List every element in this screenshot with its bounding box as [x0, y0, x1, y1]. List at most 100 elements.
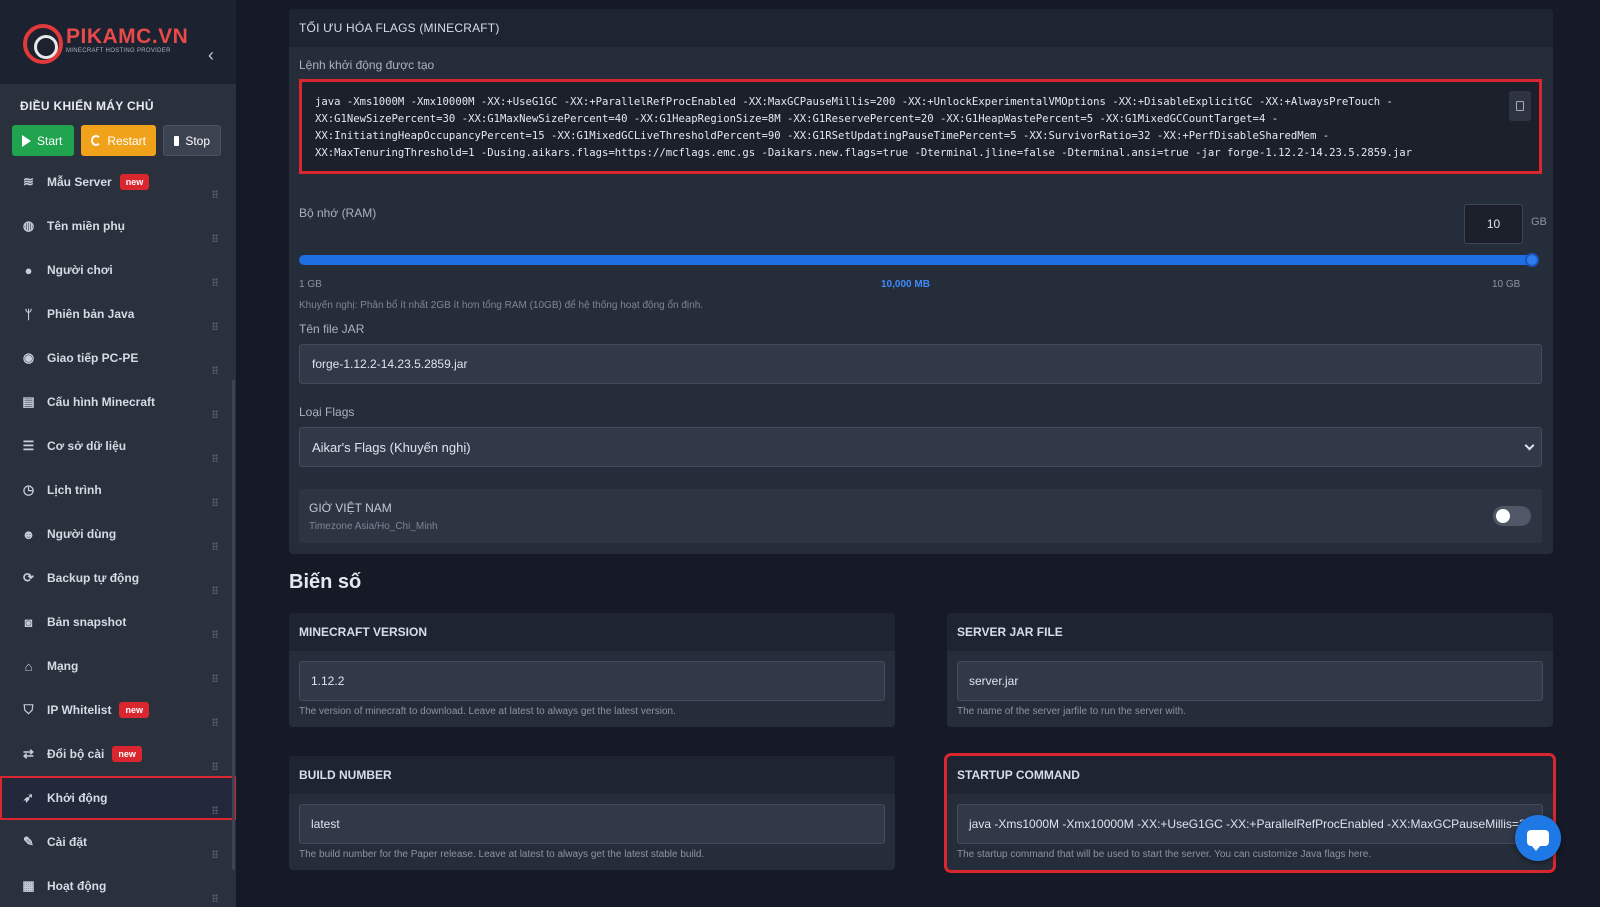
sidebar-item-nguoi-choi[interactable]: ● Người chơi: [0, 248, 236, 292]
variables-title: Biến số: [289, 571, 362, 593]
minecraft-version-input[interactable]: 1.12.2: [299, 661, 885, 701]
brand-tagline: MINECRAFT HOSTING PROVIDER: [66, 48, 171, 54]
variable-card-title: BUILD NUMBER: [289, 756, 895, 794]
ram-min-label: 1 GB: [299, 279, 322, 290]
drag-handle-icon[interactable]: [212, 718, 218, 726]
database-icon: ☰: [22, 438, 35, 453]
jar-input[interactable]: forge-1.12.2-14.23.5.2859.jar: [299, 344, 1542, 384]
sidebar-item-ten-mien-phu[interactable]: ◍ Tên miền phụ: [0, 204, 236, 248]
layers-icon: ≋: [23, 174, 34, 189]
timezone-toggle[interactable]: [1493, 506, 1531, 526]
drag-handle-icon[interactable]: [212, 278, 218, 286]
sidebar-item-mang[interactable]: ⌂ Mạng: [0, 644, 236, 688]
sidebar-item-co-so-du-lieu[interactable]: ☰ Cơ sở dữ liệu: [0, 424, 236, 468]
sidebar-item-mau-server[interactable]: ≋ Mẫu Server new: [0, 160, 236, 204]
sidebar-item-label: Mạng: [47, 659, 79, 673]
variable-card-description: The name of the server jarfile to run th…: [957, 706, 1186, 717]
sidebar-item-label: Cơ sở dữ liệu: [47, 439, 127, 453]
sidebar-item-label: Người chơi: [47, 263, 113, 277]
sidebar-item-khoi-dong[interactable]: ➶ Khởi động: [0, 776, 236, 820]
variable-card-description: The version of minecraft to download. Le…: [299, 706, 676, 717]
logo-icon: [23, 24, 63, 64]
drag-handle-icon[interactable]: [212, 762, 218, 770]
command-line: XX:InitiatingHeapOccupancyPercent=15 -XX…: [315, 130, 1330, 142]
sidebar-item-lich-trinh[interactable]: ◷ Lịch trình: [0, 468, 236, 512]
drag-handle-icon[interactable]: [212, 542, 218, 550]
drag-handle-icon[interactable]: [212, 410, 218, 418]
flags-type-label: Loại Flags: [299, 405, 355, 419]
chat-button[interactable]: [1515, 815, 1561, 861]
sidebar-item-giao-tiep-pc-pe[interactable]: ◉ Giao tiếp PC-PE: [0, 336, 236, 380]
drag-handle-icon[interactable]: [212, 674, 218, 682]
drag-handle-icon[interactable]: [212, 806, 218, 814]
build-number-input[interactable]: latest: [299, 804, 885, 844]
variable-card-startup-command: STARTUP COMMAND java -Xms1000M -Xmx10000…: [944, 753, 1556, 873]
ram-input[interactable]: 10: [1464, 204, 1523, 244]
collapse-sidebar-icon[interactable]: ‹: [208, 46, 222, 64]
drag-handle-icon[interactable]: [212, 322, 218, 330]
variable-card-build-number: BUILD NUMBER latest The build number for…: [289, 756, 895, 870]
wrench-icon: ✎: [23, 834, 34, 849]
sidebar-item-label: Đổi bộ cài: [47, 747, 105, 761]
rocket-icon: ➶: [23, 790, 34, 805]
drag-handle-icon[interactable]: [212, 498, 218, 506]
sidebar-scrollbar[interactable]: [232, 380, 235, 870]
drag-handle-icon[interactable]: [212, 234, 218, 242]
sidebar-item-label: Phiên bản Java: [47, 307, 135, 321]
sidebar-item-cau-hinh-minecraft[interactable]: ▤ Cấu hình Minecraft: [0, 380, 236, 424]
start-button[interactable]: Start: [12, 125, 74, 156]
stop-label: Stop: [185, 133, 210, 148]
drag-handle-icon[interactable]: [212, 850, 218, 858]
sidebar-item-cai-dat[interactable]: ✎ Cài đặt: [0, 820, 236, 864]
flags-type-select[interactable]: Aikar's Flags (Khuyến nghị): [299, 427, 1542, 467]
chat-icon: [1527, 830, 1549, 851]
sync-icon: ⟳: [23, 570, 34, 585]
ram-slider-track[interactable]: [299, 255, 1533, 265]
sidebar-item-ban-snapshot[interactable]: ◙ Bản snapshot: [0, 600, 236, 644]
sidebar-item-phien-ban-java[interactable]: ᛘ Phiên bản Java: [0, 292, 236, 336]
users-icon: ●: [24, 262, 33, 278]
variable-card-title: SERVER JAR FILE: [947, 613, 1553, 651]
jar-label: Tên file JAR: [299, 322, 365, 336]
drag-handle-icon[interactable]: [212, 586, 218, 594]
copy-button[interactable]: [1509, 91, 1531, 121]
sidebar-item-nguoi-dung[interactable]: ☻ Người dùng: [0, 512, 236, 556]
flags-panel-title: TỐI ƯU HÓA FLAGS (MINECRAFT): [289, 9, 1553, 47]
drag-handle-icon[interactable]: [212, 366, 218, 374]
ram-unit: GB: [1531, 216, 1547, 228]
drag-handle-icon[interactable]: [212, 190, 218, 198]
sidebar-item-ip-whitelist[interactable]: ⛉ IP Whitelist new: [0, 688, 236, 732]
drag-handle-icon[interactable]: [212, 894, 218, 902]
sidebar-item-hoat-dong[interactable]: ▦ Hoạt động: [0, 864, 236, 907]
startup-command-label: Lệnh khởi động được tạo: [299, 58, 435, 72]
globe-icon: ◍: [22, 218, 35, 233]
startup-command-input[interactable]: java -Xms1000M -Xmx10000M -XX:+UseG1GC -…: [957, 804, 1543, 844]
clock-icon: ◷: [22, 482, 35, 497]
main-content: TỐI ƯU HÓA FLAGS (MINECRAFT) Lệnh khởi đ…: [236, 0, 1600, 907]
new-badge: new: [119, 174, 150, 190]
sidebar-item-label: Cấu hình Minecraft: [47, 395, 156, 409]
gamepad-icon: ◉: [22, 350, 35, 365]
sidebar-item-label: Cài đặt: [47, 835, 88, 849]
drag-handle-icon[interactable]: [212, 454, 218, 462]
generated-command-box[interactable]: java -Xms1000M -Xmx10000M -XX:+UseG1GC -…: [299, 79, 1542, 174]
ram-label: Bộ nhớ (RAM): [299, 206, 377, 220]
ram-slider-handle[interactable]: [1525, 253, 1539, 267]
brand-name: PIKAMC.VN: [66, 25, 189, 48]
variable-card-title: STARTUP COMMAND: [947, 756, 1553, 794]
ram-max-label: 10 GB: [1492, 279, 1521, 290]
restart-button[interactable]: Restart: [81, 125, 156, 156]
variable-card-title: MINECRAFT VERSION: [289, 613, 895, 651]
timezone-title: GIỜ VIỆT NAM: [309, 501, 392, 515]
variable-card-server-jar: SERVER JAR FILE server.jar The name of t…: [947, 613, 1553, 727]
server-jar-input[interactable]: server.jar: [957, 661, 1543, 701]
sidebar-menu: ≋ Mẫu Server new ◍ Tên miền phụ ● Người chơi…: [0, 160, 236, 907]
list-icon: ▦: [22, 878, 35, 893]
stop-button[interactable]: Stop: [163, 125, 221, 156]
ram-hint: Khuyến nghị: Phân bổ ít nhất 2GB ít hơn …: [299, 300, 704, 311]
sidebar-item-doi-bo-cai[interactable]: ⇄ Đổi bộ cài new: [0, 732, 236, 776]
branch-icon: ᛘ: [24, 306, 33, 322]
sidebar-item-backup-tu-dong[interactable]: ⟳ Backup tự động: [0, 556, 236, 600]
drag-handle-icon[interactable]: [212, 630, 218, 638]
shield-icon: ⛉: [23, 702, 34, 717]
